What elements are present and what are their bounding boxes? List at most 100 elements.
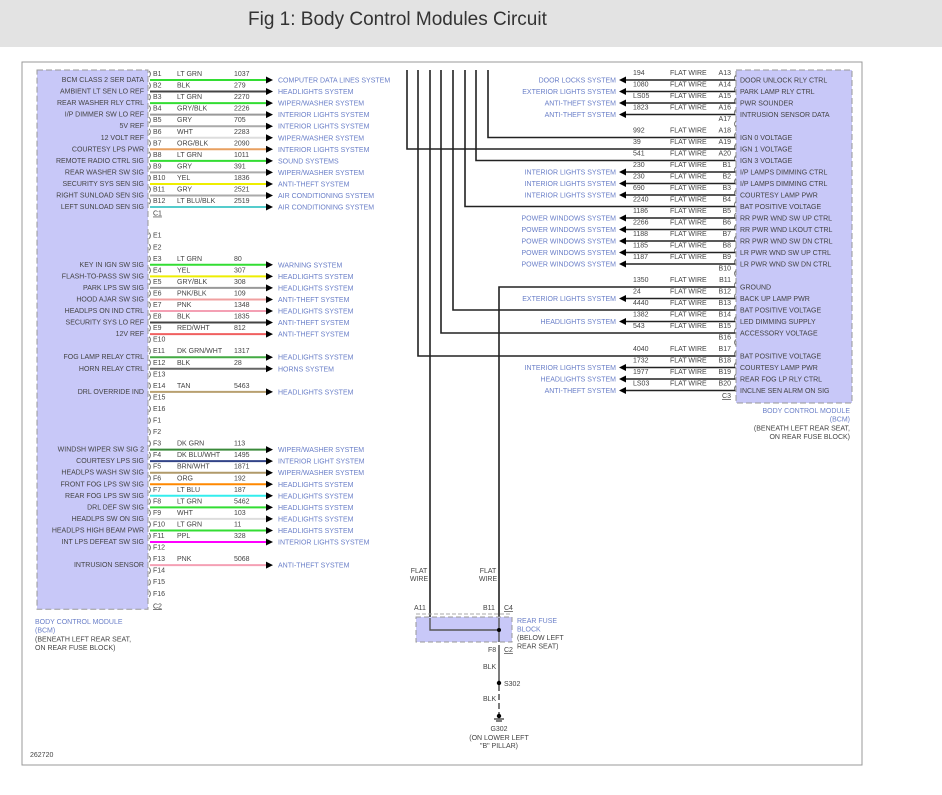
system-link: INTERIOR LIGHTS SYSTEM [278,540,370,547]
arrow-right-icon [266,192,273,199]
pin-label: B3 [153,94,162,101]
module-pin-function: REAR FOG LP RLY CTRL [740,377,822,384]
system-link: ANTI-THEFT SYSTEM [278,297,350,304]
wire-color-label: BLK [483,696,497,703]
pin-label: F14 [153,568,165,575]
pin-label: B11 [719,277,731,284]
splice-dot [497,628,501,632]
wire-color-label: GRY/BLK [177,279,208,286]
arrow-right-icon [266,261,273,269]
wire-color-label: ORG [177,475,193,482]
connector-bracket [148,105,151,113]
connector-bracket [148,359,151,367]
pin-label: B10 [153,175,166,182]
connector-bracket [148,139,151,147]
circuit-number: 1836 [234,175,250,182]
arrow-right-icon [266,99,273,107]
system-link: HEADLIGHTS SYSTEM [541,377,617,384]
system-link: POWER WINDOWS SYSTEM [522,239,617,246]
pin-label: F1 [153,418,161,425]
wire-color-label: LT GRN [177,498,202,505]
system-link: ANTI-THEFT SYSTEM [278,181,350,188]
module-pin-function: BAT POSITIVE VOLTAGE [740,354,822,361]
pin-label: E1 [153,233,162,240]
system-link: POWER WINDOWS SYSTEM [522,216,617,223]
system-link: COMPUTER DATA LINES SYSTEM [278,78,390,85]
module-pin-function: PARK LPS SW SIG [83,285,144,292]
module-pin-function: 12V REF [116,331,144,338]
module-pin-function: BAT POSITIVE VOLTAGE [740,308,822,315]
splice-dot [496,680,502,686]
connector-bracket [148,255,151,263]
pin-label: F5 [153,464,161,471]
system-link: HEADLIGHTS SYSTEM [278,516,354,523]
connector-bracket [148,578,151,586]
system-link: HEADLIGHTS SYSTEM [278,493,354,500]
system-link: HEADLIGHTS SYSTEM [278,274,354,281]
module-caption: (BENEATH LEFT REAR SEAT, [35,636,131,643]
system-link: HEADLIGHTS SYSTEM [278,309,354,316]
circuit-number: 1186 [633,208,648,215]
circuit-number: 307 [234,267,246,274]
wire-color-label: LT GRN [177,94,202,101]
wire-to-fuse-block [498,286,735,628]
circuit-number: 328 [234,533,246,540]
connector-label: C3 [722,393,731,400]
circuit-number: 308 [234,279,246,286]
wire-color-label: YEL [177,175,190,182]
flat-wire-label: FLAT [411,568,428,575]
module-pin-function: RR PWR WND LKOUT CTRL [740,227,833,234]
ground-caption: (ON LOWER LEFT [469,735,529,742]
system-link: EXTERIOR LIGHTS SYSTEM [522,296,616,303]
module-pin-function: KEY IN IGN SW SIG [80,262,144,269]
system-link: HORNS SYSTEM [278,366,334,373]
wire-type-label: FLAT WIRE [670,139,707,146]
pin-label: B9 [722,254,731,261]
pin-label: B16 [719,335,732,342]
arrow-right-icon [266,203,273,211]
module-pin-function: HORN RELAY CTRL [79,366,144,373]
arrow-left-icon [619,226,626,233]
module-caption: ON REAR FUSE BLOCK) [769,434,850,441]
arrow-right-icon [266,538,273,546]
arrow-left-icon [619,99,626,107]
circuit-number: 1382 [633,312,649,319]
wire-color-label: LT BLU [177,487,200,494]
circuit-number: LS05 [633,93,649,100]
pin-label: B17 [719,346,732,353]
arrow-left-icon [619,364,626,371]
wiring-diagram: 262720 B1 BCM CLASS 2 SER DATA LT GRN 1037 C… [21,61,863,766]
wire-color-label: DK GRN [177,441,204,448]
pin-label: F6 [153,475,161,482]
pin-label: E10 [153,337,166,344]
system-link: INTERIOR LIGHTS SYSTEM [525,170,617,177]
system-link: ANTI-THEFT SYSTEM [278,563,350,570]
arrow-left-icon [619,295,626,302]
circuit-number: 992 [633,128,645,135]
module-caption: BODY CONTROL MODULE [762,408,850,415]
system-link: HEADLIGHTS SYSTEM [278,505,354,512]
circuit-number: 2266 [633,220,649,227]
arrow-right-icon [266,145,273,153]
module-pin-function: REAR FOG LPS SW SIG [65,493,144,500]
connector-bracket [148,347,151,355]
pin-label: A18 [719,128,732,135]
arrow-left-icon [619,249,626,256]
pin-label: B1 [153,71,162,78]
connector-bracket [148,70,151,78]
circuit-number: 1835 [234,314,250,321]
fuse-block-caption: REAR FUSE [517,618,557,625]
wire-color-label: DK BLU/WHT [177,452,221,459]
module-pin-function: INTRUSION SENSOR DATA [740,112,830,119]
connector-bracket [148,474,151,482]
arrow-right-icon [266,480,273,488]
circuit-number: 5068 [234,556,250,563]
arrow-right-icon [266,284,273,292]
ground-icon [494,718,504,722]
system-link: HEADLIGHTS SYSTEM [278,89,354,96]
pin-label: B18 [719,358,732,365]
pin-label: B12 [719,289,732,296]
circuit-number: 2226 [234,106,250,113]
arrow-left-icon [619,318,626,325]
circuit-number: 2283 [234,129,250,136]
